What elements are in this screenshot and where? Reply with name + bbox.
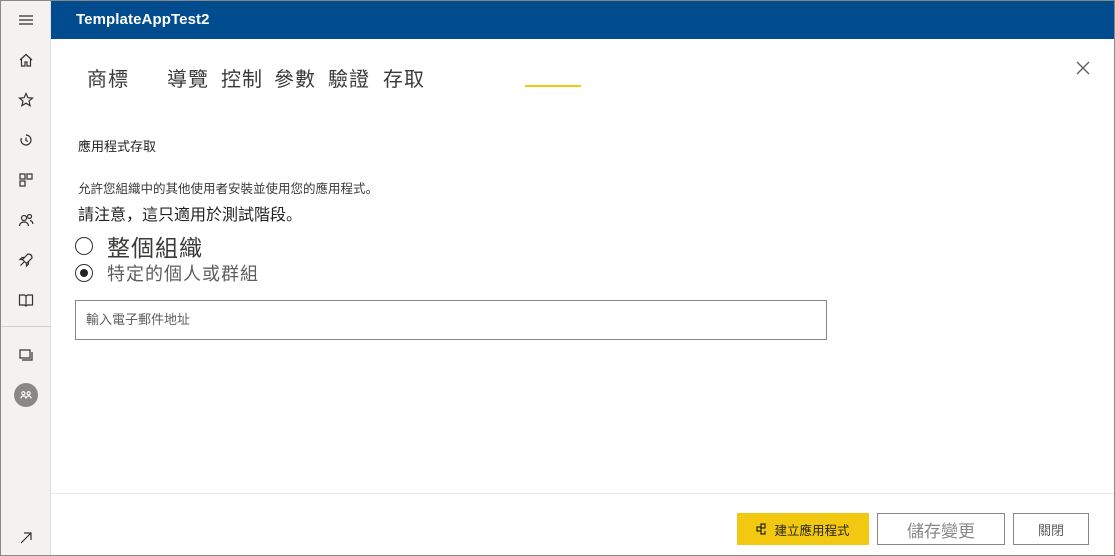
apps-icon[interactable] [1, 165, 50, 195]
deployment-icon[interactable] [1, 245, 50, 275]
left-nav-rail [1, 1, 51, 555]
radio-entire-organization[interactable]: 整個組織 [75, 229, 203, 263]
app-frame: TemplateAppTest2 商標 導覽 控制 參數 驗證 存取 應用程式存… [0, 0, 1115, 556]
expand-icon[interactable] [1, 523, 50, 553]
close-label: 關閉 [1037, 523, 1064, 539]
access-note: 請注意，這只適用於測試階段。 [78, 205, 303, 224]
shared-icon[interactable] [1, 205, 50, 235]
tab-parameters[interactable]: 參數 [274, 63, 316, 92]
section-title: 應用程式存取 [78, 140, 157, 155]
active-tab-indicator [525, 85, 581, 87]
learn-book-icon[interactable] [1, 285, 50, 315]
radio-label: 特定的個人或群組 [107, 264, 259, 285]
save-changes-label: 儲存變更 [907, 521, 975, 542]
radio-button[interactable] [75, 237, 93, 255]
tab-verification[interactable]: 驗證 [328, 63, 370, 92]
hamburger-menu-icon[interactable] [1, 5, 50, 35]
home-icon[interactable] [1, 45, 50, 75]
create-app-icon [756, 523, 767, 535]
access-description: 允許您組織中的其他使用者安裝並使用您的應用程式。 [78, 181, 379, 196]
create-app-button[interactable]: 建立應用程式 [737, 513, 869, 545]
tab-branding[interactable]: 商標 [87, 63, 129, 92]
workspace-avatar-icon[interactable] [14, 383, 38, 407]
tab-access[interactable]: 存取 [383, 63, 425, 92]
radio-button-selected[interactable] [75, 264, 93, 282]
radio-label: 整個組織 [107, 236, 203, 262]
email-address-input[interactable] [75, 300, 827, 340]
recent-icon[interactable] [1, 125, 50, 155]
close-button[interactable]: 關閉 [1013, 513, 1089, 545]
tab-control[interactable]: 控制 [221, 63, 263, 92]
app-title: TemplateAppTest2 [76, 11, 210, 28]
star-icon[interactable] [1, 85, 50, 115]
rail-divider [1, 326, 50, 327]
tab-navigation[interactable]: 導覽 [167, 63, 209, 92]
close-icon[interactable] [1072, 57, 1094, 79]
footer-divider [51, 493, 1114, 494]
workspaces-icon[interactable] [1, 340, 50, 370]
radio-specific-people[interactable]: 特定的個人或群組 [75, 260, 259, 286]
save-changes-button[interactable]: 儲存變更 [877, 513, 1005, 545]
top-header-bar: TemplateAppTest2 [51, 1, 1114, 39]
create-app-label: 建立應用程式 [774, 522, 850, 538]
